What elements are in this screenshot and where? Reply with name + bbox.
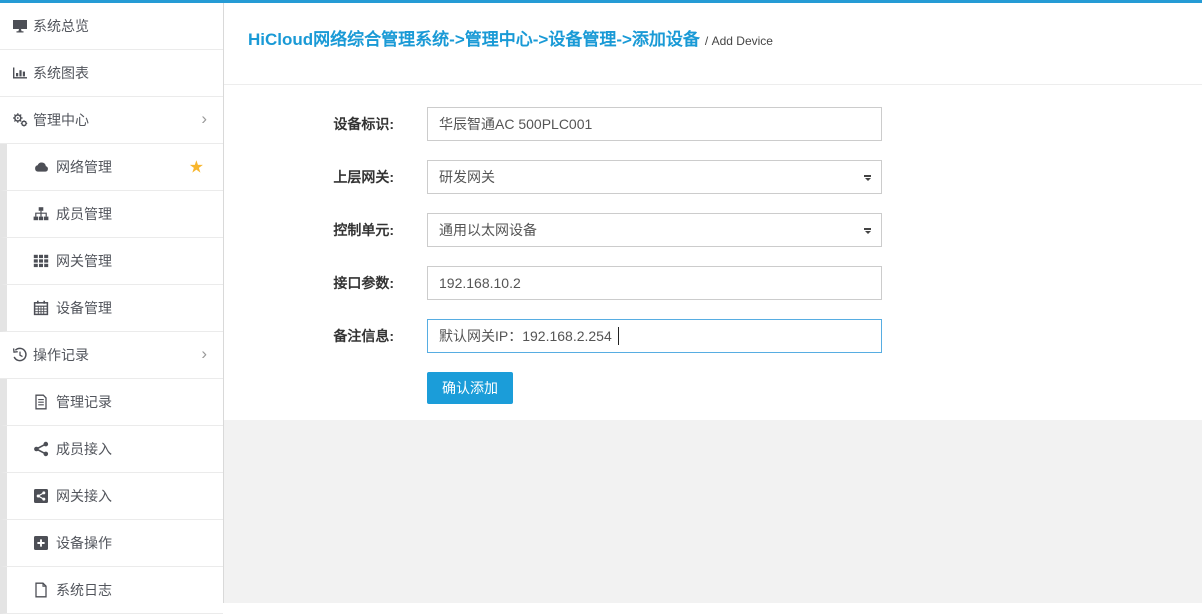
remark-label: 备注信息: [224,326,394,346]
form-row-remark: 备注信息: [224,319,1202,353]
share-square-icon [33,488,49,504]
sidebar-item-label: 系统图表 [33,63,89,83]
form-row-interface-params: 接口参数: [224,266,1202,300]
sidebar-item-member-access[interactable]: 成员接入 [0,426,223,473]
sidebar-item-label: 成员管理 [56,204,112,224]
sidebar-item-label: 管理记录 [56,392,112,412]
add-device-form: 设备标识: 上层网关: 研发网关 控制单元: 通用以太网设备 接口参数: [224,85,1202,420]
sidebar-item-member-mgmt[interactable]: 成员管理 [0,191,223,238]
file-icon [33,582,49,598]
history-icon [12,347,28,363]
text-cursor-caret [618,327,619,345]
plus-square-icon [33,535,49,551]
sidebar-item-label: 网关管理 [56,251,112,271]
form-row-control-unit: 控制单元: 通用以太网设备 [224,213,1202,247]
sidebar-item-label: 网络管理 [56,157,112,177]
dropdown-caret-icon [864,175,871,182]
device-id-label: 设备标识: [224,114,394,134]
sidebar-item-network-mgmt[interactable]: 网络管理 ★ [0,144,223,191]
sidebar-item-label: 设备操作 [56,533,112,553]
device-id-input[interactable] [427,107,882,141]
breadcrumb: HiCloud网络综合管理系统->管理中心->设备管理->添加设备 [248,30,700,49]
sidebar-item-label: 操作记录 [33,345,89,365]
sidebar-item-admin-center[interactable]: 管理中心 › [0,97,223,144]
sidebar-item-label: 系统日志 [56,580,112,600]
sidebar-item-system-overview[interactable]: 系统总览 [0,3,223,50]
interface-params-input[interactable] [427,266,882,300]
sidebar-item-device-mgmt[interactable]: 设备管理 [0,285,223,332]
parent-gateway-label: 上层网关: [224,167,394,187]
main-content: HiCloud网络综合管理系统->管理中心->设备管理->添加设备 / Add D… [224,3,1202,603]
cloud-icon [33,159,49,175]
page-subtitle: / Add Device [705,34,773,48]
control-unit-label: 控制单元: [224,220,394,240]
sidebar-item-system-log[interactable]: 系统日志 [0,567,223,614]
bar-chart-icon [12,65,28,81]
sidebar-item-label: 管理中心 [33,110,89,130]
sidebar-item-gateway-access[interactable]: 网关接入 [0,473,223,520]
share-icon [33,441,49,457]
dropdown-caret-icon [864,228,871,235]
sidebar-item-label: 成员接入 [56,439,112,459]
chevron-right-icon: › [201,345,207,362]
sidebar-item-operation-log[interactable]: 操作记录 › [0,332,223,379]
sidebar-item-label: 设备管理 [56,298,112,318]
file-text-icon [33,394,49,410]
grid-icon [33,253,49,269]
star-icon[interactable]: ★ [189,159,204,176]
sidebar-item-device-operation[interactable]: 设备操作 [0,520,223,567]
form-row-device-id: 设备标识: [224,107,1202,141]
form-row-parent-gateway: 上层网关: 研发网关 [224,160,1202,194]
control-unit-select[interactable]: 通用以太网设备 [427,213,882,247]
confirm-add-button[interactable]: 确认添加 [427,372,513,404]
parent-gateway-selected-value: 研发网关 [439,167,495,187]
remark-input[interactable] [427,319,882,353]
monitor-icon [12,18,28,34]
sidebar-item-system-charts[interactable]: 系统图表 [0,50,223,97]
content-background [224,420,1202,603]
control-unit-selected-value: 通用以太网设备 [439,220,537,240]
sitemap-icon [33,206,49,222]
sidebar: 系统总览 系统图表 管理中心 › 网络管理 ★ 成员管理 网关管理 [0,3,224,603]
top-accent-bar [0,0,1202,3]
sidebar-item-gateway-mgmt[interactable]: 网关管理 [0,238,223,285]
sidebar-item-label: 网关接入 [56,486,112,506]
calendar-icon [33,300,49,316]
interface-params-label: 接口参数: [224,273,394,293]
parent-gateway-select[interactable]: 研发网关 [427,160,882,194]
sidebar-item-admin-records[interactable]: 管理记录 [0,379,223,426]
page-header: HiCloud网络综合管理系统->管理中心->设备管理->添加设备 / Add D… [224,3,1202,85]
chevron-right-icon: › [201,110,207,127]
gears-icon [12,112,28,128]
sidebar-item-label: 系统总览 [33,16,89,36]
